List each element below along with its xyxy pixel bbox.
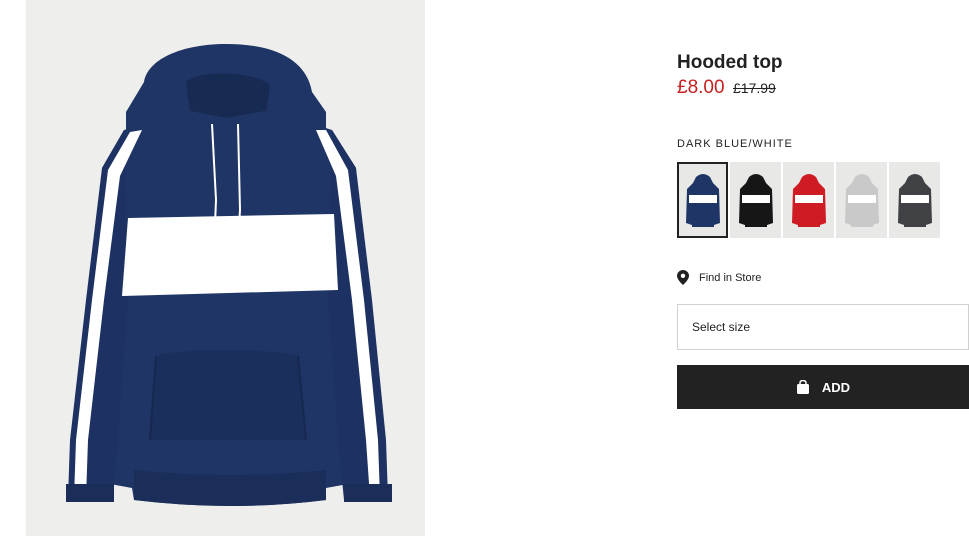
add-to-bag-button[interactable]: ADD xyxy=(677,365,969,409)
original-price: £17.99 xyxy=(733,80,776,96)
hoodie-photo xyxy=(66,44,392,506)
color-swatches xyxy=(677,162,940,238)
swatch-dark-blue-white[interactable] xyxy=(677,162,728,238)
swatch-hoodie-icon xyxy=(897,174,932,227)
current-price: £8.00 xyxy=(677,77,725,98)
map-pin-icon xyxy=(677,270,689,285)
price-row: £8.00 £17.99 xyxy=(677,77,776,99)
product-title: Hooded top xyxy=(677,52,783,73)
product-image[interactable] xyxy=(26,0,425,536)
swatch-hoodie-icon xyxy=(738,174,773,227)
selected-color-name: DARK BLUE/WHITE xyxy=(677,138,793,150)
swatch-hoodie-icon xyxy=(844,174,879,227)
size-select-placeholder: Select size xyxy=(692,320,751,334)
swatch-dark-grey-white[interactable] xyxy=(889,162,940,238)
swatch-red-white[interactable] xyxy=(783,162,834,238)
swatch-hoodie-icon xyxy=(791,174,826,227)
product-info: Hooded top £8.00 £17.99 DARK BLUE/WHITE xyxy=(677,0,969,550)
size-select[interactable]: Select size xyxy=(677,304,969,350)
swatch-grey-white[interactable] xyxy=(836,162,887,238)
swatch-hoodie-icon xyxy=(685,174,720,227)
add-button-label: ADD xyxy=(821,379,851,395)
find-in-store-label: Find in Store xyxy=(699,271,762,284)
swatch-black-white[interactable] xyxy=(730,162,781,238)
find-in-store-link[interactable]: Find in Store xyxy=(677,270,761,285)
shopping-bag-icon xyxy=(796,380,809,394)
